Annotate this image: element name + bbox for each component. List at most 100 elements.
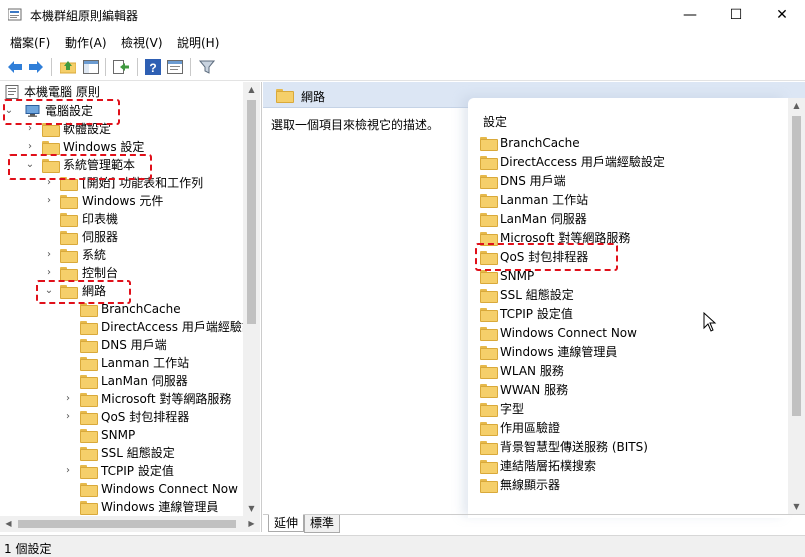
close-button[interactable]: ✕ [759,0,805,30]
scroll-thumb[interactable] [792,116,801,416]
maximize-button[interactable]: ☐ [713,0,759,30]
folder-icon [80,339,98,353]
chevron-right-icon[interactable]: › [62,390,74,408]
title-bar: 本機群組原則編輯器 — ☐ ✕ [0,0,805,30]
scroll-up-icon[interactable]: ▲ [788,101,805,110]
menu-bar: 檔案(F) 動作(A) 檢視(V) 說明(H) [0,30,805,52]
properties-view-icon[interactable] [166,58,184,76]
folder-icon [80,429,98,443]
tree-label: DNS 用戶端 [101,338,167,352]
tree-label: LanMan 伺服器 [101,374,188,388]
column-header-setting[interactable]: 設定 [483,113,507,130]
up-folder-icon[interactable] [59,58,77,76]
tab-standard[interactable]: 標準 [304,515,341,533]
folder-icon [480,213,498,227]
view-tabs: 延伸 標準 [263,514,805,533]
tree-item-network-child[interactable]: DirectAccess 用戶端經驗設 [0,318,243,336]
maximize-icon: ☐ [729,7,743,23]
folder-icon [80,465,98,479]
chevron-right-icon[interactable]: › [43,246,55,264]
folder-icon [60,213,78,227]
tree-item-admin-child[interactable]: 印表機 [0,210,240,228]
tree-item-network-child[interactable]: DNS 用戶端 [0,336,243,354]
tree-item-network-child[interactable]: › Microsoft 對等網路服務 [0,390,243,408]
close-icon: ✕ [776,7,788,23]
folder-icon [480,441,498,455]
mouse-cursor-icon [703,312,717,332]
scroll-down-icon[interactable]: ▼ [243,504,260,513]
tree-horizontal-scrollbar[interactable]: ◀ ▶ [0,516,260,532]
export-list-icon[interactable] [112,58,130,76]
scroll-left-icon[interactable]: ◀ [0,519,17,528]
minimize-button[interactable]: — [667,0,713,30]
tree-item-network-child[interactable]: Windows 連線管理員 [0,498,243,516]
tree-item-network-child[interactable]: SSL 組態設定 [0,444,243,462]
folder-icon [80,483,98,497]
help-icon[interactable]: ? [144,58,162,76]
list-vertical-scrollbar[interactable]: ▲ ▼ [788,98,805,514]
back-arrow-icon[interactable] [6,58,24,76]
highlight-network [36,280,131,304]
tab-extended[interactable]: 延伸 [268,514,305,532]
list-item-label: 無線顯示器 [500,478,561,492]
chevron-right-icon[interactable]: › [62,462,74,480]
folder-icon [80,303,98,317]
minimize-icon: — [683,7,697,23]
menu-action[interactable]: 動作(A) [65,34,107,51]
tree-item-network-child[interactable]: Windows Connect Now [0,480,243,498]
tree-item-network-child[interactable]: › QoS 封包排程器 [0,408,243,426]
chevron-right-icon[interactable]: › [43,192,55,210]
filter-icon[interactable] [198,58,216,76]
tree-label: 伺服器 [82,230,119,244]
tree-label: SSL 組態設定 [101,446,175,460]
folder-icon [60,195,78,209]
scroll-up-icon[interactable]: ▲ [243,85,260,94]
folder-icon [480,137,498,151]
folder-icon [80,501,98,515]
tree-label: QoS 封包排程器 [101,410,190,424]
tree-item-admin-child[interactable]: 伺服器 [0,228,240,246]
scroll-thumb[interactable] [247,100,256,324]
tree-item-admin-child[interactable]: › 系統 [0,246,240,264]
group-policy-app-icon [8,8,22,21]
list-item-label: DNS 用戶端 [500,174,566,188]
list-item-label: TCPIP 設定值 [500,307,573,321]
tree-label: Windows 元件 [82,194,164,208]
folder-icon [276,89,294,103]
tree-item-network-child[interactable]: Lanman 工作站 [0,354,243,372]
tree-item-network-child[interactable]: SNMP [0,426,243,444]
details-pane: 網路 選取一個項目來檢視它的描述。 設定 BranchCache DirectA… [263,82,805,532]
forward-arrow-icon[interactable] [27,58,45,76]
show-hide-tree-icon[interactable] [82,58,100,76]
scroll-right-icon[interactable]: ▶ [243,519,260,528]
chevron-right-icon[interactable]: › [62,408,74,426]
menu-help[interactable]: 說明(H) [177,34,219,51]
tree-vertical-scrollbar[interactable]: ▲ ▼ [243,82,260,516]
folder-icon [480,156,498,170]
list-item-label: 背景智慧型傳送服務 (BITS) [500,440,648,454]
highlight-admin-templates [8,154,152,180]
folder-icon [480,460,498,474]
toolbar-separator [105,58,106,76]
scroll-down-icon[interactable]: ▼ [788,502,805,511]
tree-label: 印表機 [82,212,119,226]
tree-item-network-child[interactable]: › TCPIP 設定值 [0,462,243,480]
tree-item-admin-child[interactable]: › Windows 元件 [0,192,240,210]
toolbar-separator [137,58,138,76]
list-item-label: Windows 連線管理員 [500,345,618,359]
tree-label: Windows Connect Now [101,482,238,496]
list-item-label: 作用區驗證 [500,421,561,435]
folder-icon [480,479,498,493]
menu-view[interactable]: 檢視(V) [121,34,163,51]
folder-icon [480,327,498,341]
scroll-thumb[interactable] [18,520,236,528]
folder-icon [42,141,60,155]
folder-icon [80,447,98,461]
details-header-title: 網路 [301,90,326,104]
policy-document-icon [5,85,19,99]
window-title: 本機群組原則編輯器 [30,9,139,23]
list-item-label: 連結階層拓樸搜索 [500,459,597,473]
tree-item-network-child[interactable]: LanMan 伺服器 [0,372,243,390]
tree-label: SNMP [101,428,136,442]
menu-file[interactable]: 檔案(F) [10,34,50,51]
